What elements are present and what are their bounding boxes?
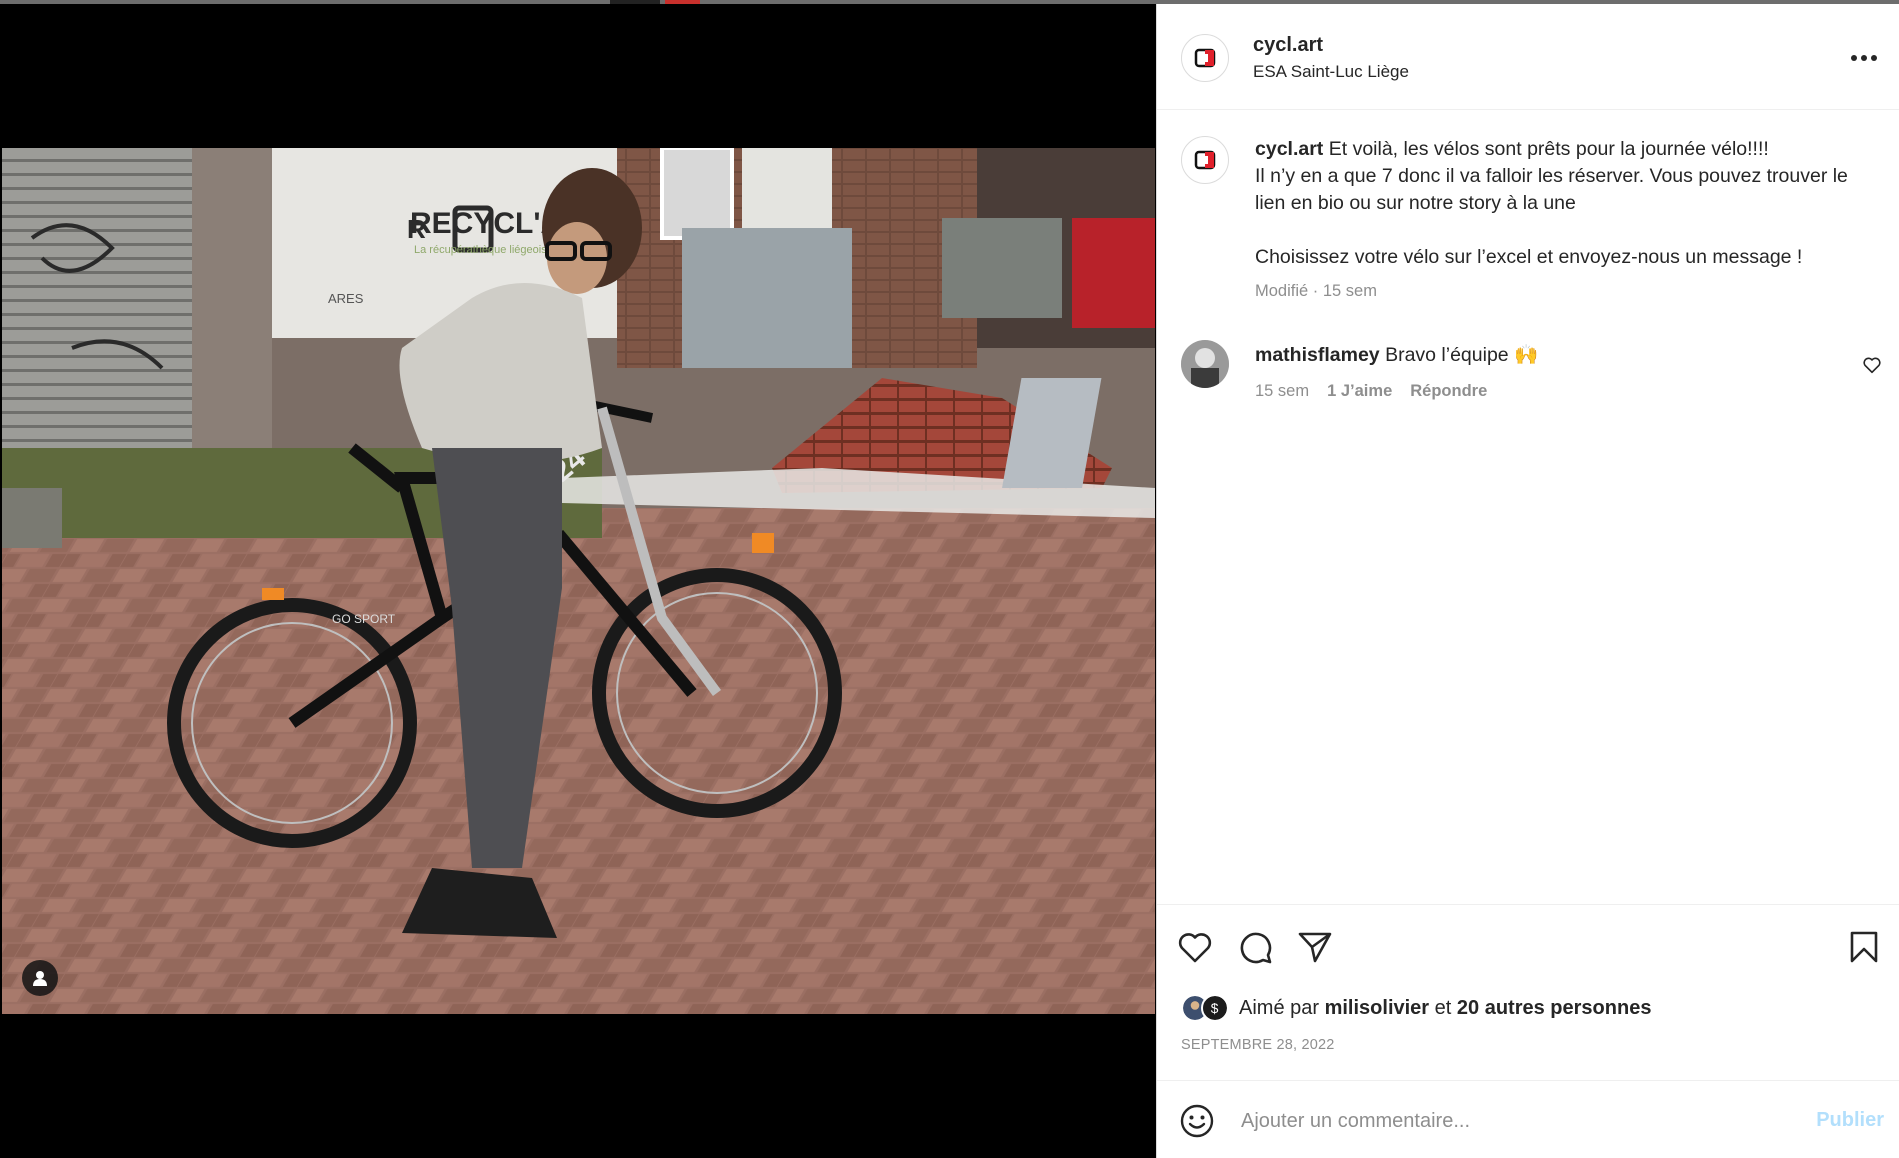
liker-avatar[interactable]: $ [1201,994,1229,1022]
likes-prefix: Aimé par [1239,996,1320,1019]
comment-text: Bravo l’équipe 🙌 [1385,344,1539,366]
smiley-icon [1180,1104,1214,1138]
post-location[interactable]: ESA Saint-Luc Liège [1253,62,1409,82]
banner-brand: ARES [328,291,364,306]
user-tag-icon [33,971,47,986]
publish-button[interactable]: Publier [1816,1109,1884,1132]
comment-icon [1240,932,1272,964]
likes-user-link[interactable]: milisolivier [1325,997,1430,1020]
like-button[interactable] [1175,927,1215,967]
comment-username[interactable]: mathisflamey [1255,344,1380,366]
caption-meta: Modifié · 15 sem [1255,282,1377,300]
caption-line-1: Et voilà, les vélos sont prêts pour la j… [1328,138,1769,160]
photo-illustration: R RECYCL'Art La récupérathèque liégeoise… [2,148,1155,1014]
share-button[interactable] [1295,927,1335,967]
post-date[interactable]: SEPTEMBRE 28, 2022 [1181,1037,1335,1053]
comment-likes-link[interactable]: 1 J’aime [1327,382,1392,401]
comment-button[interactable] [1235,927,1275,967]
bike-frame-label: GO SPORT [332,612,396,626]
heart-icon [1178,933,1212,963]
user-tag-button[interactable] [22,960,58,996]
likes-others-link[interactable]: 20 autres personnes [1457,997,1652,1020]
author-avatar[interactable] [1181,34,1229,82]
post-actions: $ Aimé par milisolivier et 20 autres per… [1157,904,1899,1094]
commenter-avatar[interactable] [1181,340,1229,388]
post-details-panel: cycl.art ESA Saint-Luc Liège cycl.art Et… [1156,4,1899,1158]
add-comment-bar: Publier [1157,1080,1899,1158]
save-button[interactable] [1844,927,1884,967]
paper-plane-icon [1298,932,1332,963]
cycl-art-logo-icon [1194,48,1216,68]
caption-username[interactable]: cycl.art [1255,138,1323,160]
caption-line-3: Choisissez votre vélo sur l’excel et env… [1255,246,1803,268]
caption-line-2: Il n’y en a que 7 donc il va falloir les… [1255,165,1854,214]
author-username[interactable]: cycl.art [1253,34,1323,57]
banner-subtitle: La récupérathèque liégeoise [414,244,553,256]
likes-conjunction: et [1434,996,1452,1019]
likes-summary: $ Aimé par milisolivier et 20 autres per… [1181,991,1651,1025]
post-header: cycl.art ESA Saint-Luc Liège [1157,4,1899,110]
comment-input[interactable] [1241,1101,1761,1141]
more-horizontal-icon [1851,55,1877,61]
commenter-avatar-image [1181,340,1229,388]
heart-icon [1863,357,1881,374]
comment-reply-button[interactable]: Répondre [1410,382,1487,401]
comment-meta: 15 sem 1 J’aime Répondre [1255,382,1487,401]
svg-text:$: $ [1211,1001,1219,1016]
comment-age: 15 sem [1255,382,1310,400]
more-options-button[interactable] [1846,46,1882,70]
post-modal: R RECYCL'Art La récupérathèque liégeoise… [0,0,1899,1158]
comment-like-button[interactable] [1861,354,1885,378]
comment: mathisflamey Bravo l’équipe 🙌 [1255,342,1815,369]
caption-author-avatar[interactable] [1181,136,1229,184]
post-media[interactable]: R RECYCL'Art La récupérathèque liégeoise… [0,4,1155,1158]
bookmark-icon [1850,931,1878,963]
post-photo[interactable]: R RECYCL'Art La récupérathèque liégeoise… [2,148,1155,1014]
cycl-art-logo-icon [1194,150,1216,170]
post-caption: cycl.art Et voilà, les vélos sont prêts … [1255,136,1875,271]
emoji-button[interactable] [1179,1103,1215,1139]
